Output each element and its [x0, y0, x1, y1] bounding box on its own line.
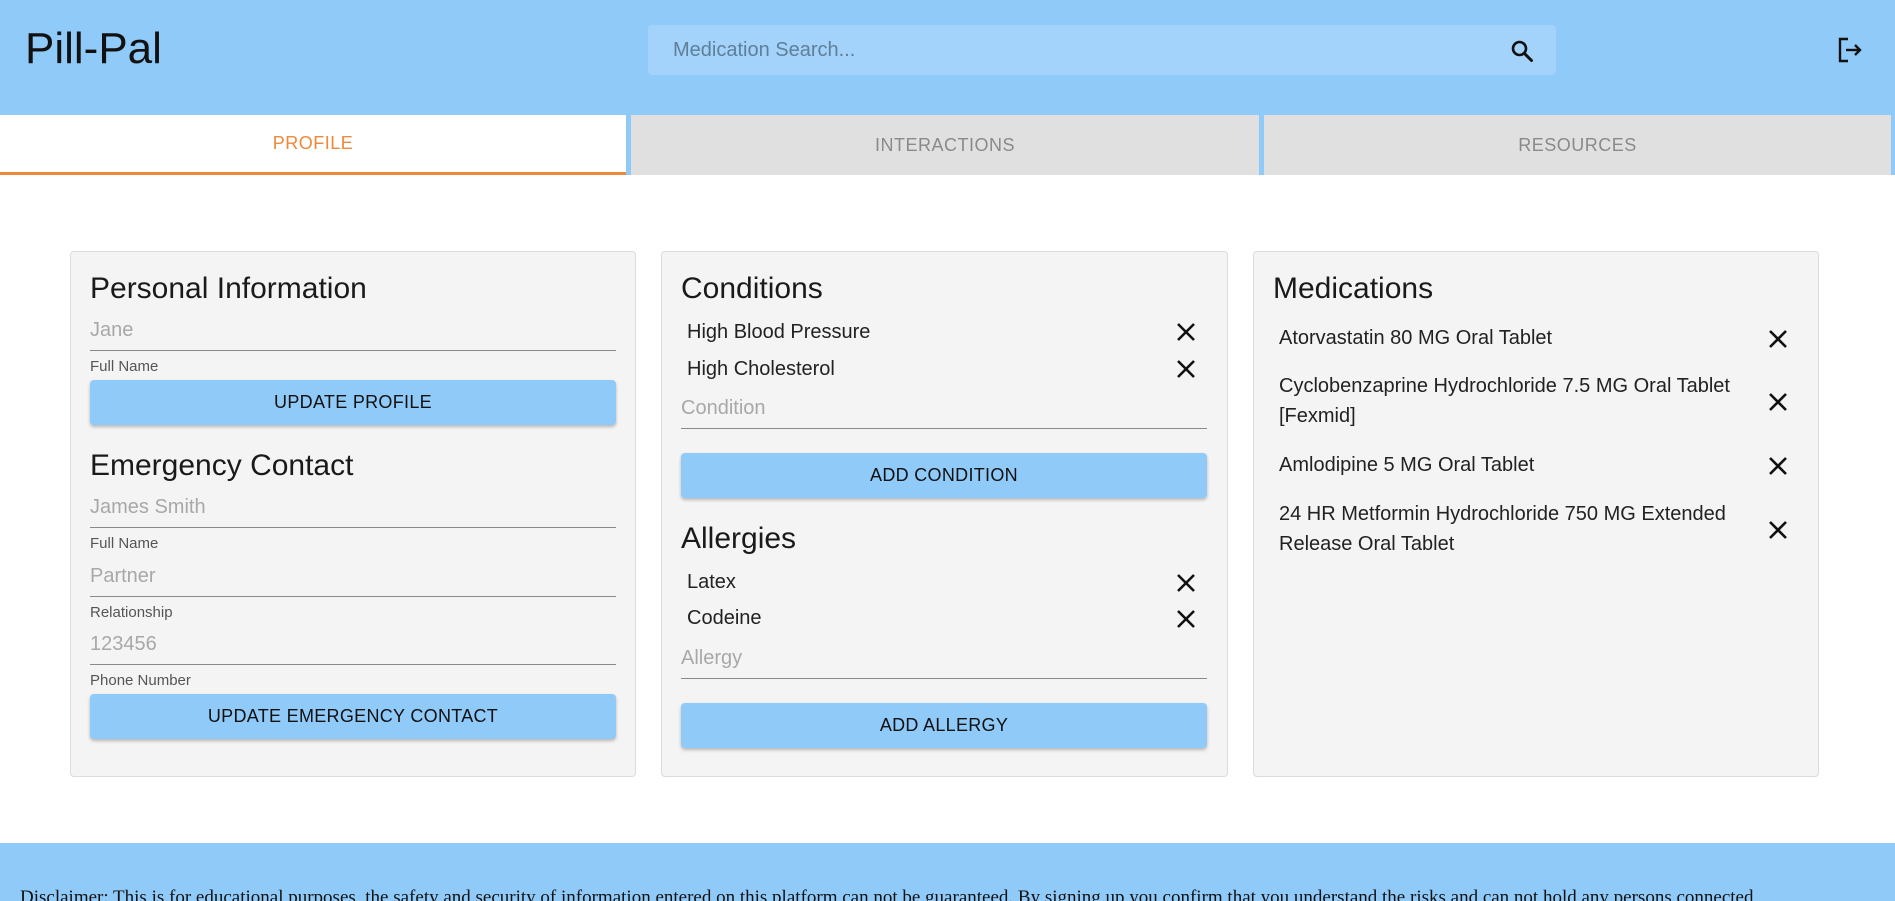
relationship-input[interactable]: [90, 556, 616, 596]
relationship-field: [90, 556, 616, 597]
allergy-field: [681, 638, 1207, 679]
allergy-item: Codeine: [687, 603, 1207, 633]
personal-info-title: Personal Information: [90, 272, 367, 305]
full-name-field: [90, 310, 616, 351]
condition-item: High Blood Pressure: [687, 317, 1207, 347]
disclaimer-text: Disclaimer: This is for educational purp…: [20, 887, 1754, 901]
condition-item: High Cholesterol: [687, 354, 1207, 384]
tab-resources-label: RESOURCES: [1518, 134, 1637, 155]
emergency-name-helper: Full Name: [90, 535, 159, 552]
condition-field: [681, 388, 1207, 429]
remove-allergy-icon[interactable]: [1175, 572, 1197, 594]
remove-allergy-icon[interactable]: [1175, 608, 1197, 630]
remove-condition-icon[interactable]: [1175, 358, 1197, 380]
condition-input[interactable]: [681, 388, 1207, 428]
full-name-input[interactable]: [90, 310, 616, 350]
medication-item: Atorvastatin 80 MG Oral Tablet: [1279, 323, 1749, 353]
add-allergy-button[interactable]: ADD ALLERGY: [681, 703, 1207, 748]
search-input[interactable]: [648, 25, 1498, 75]
emergency-name-field: [90, 487, 616, 528]
remove-condition-icon[interactable]: [1175, 321, 1197, 343]
allergy-label: Codeine: [687, 607, 762, 629]
medication-item: 24 HR Metformin Hydrochloride 750 MG Ext…: [1279, 499, 1749, 559]
tab-bar: PROFILE INTERACTIONS RESOURCES: [0, 115, 1895, 175]
app-title: Pill-Pal: [25, 24, 162, 73]
profile-card: Personal Information Full Name UPDATE PR…: [70, 251, 636, 777]
conditions-title: Conditions: [681, 272, 823, 305]
phone-helper: Phone Number: [90, 672, 191, 689]
medication-item: Amlodipine 5 MG Oral Tablet: [1279, 450, 1749, 480]
remove-medication-icon[interactable]: [1767, 519, 1789, 541]
medication-label: Amlodipine 5 MG Oral Tablet: [1279, 454, 1535, 476]
condition-label: High Cholesterol: [687, 358, 835, 380]
phone-field: [90, 624, 616, 665]
tab-resources[interactable]: RESOURCES: [1264, 115, 1891, 175]
medication-label: 24 HR Metformin Hydrochloride 750 MG Ext…: [1279, 503, 1726, 555]
remove-medication-icon[interactable]: [1767, 328, 1789, 350]
add-condition-button[interactable]: ADD CONDITION: [681, 453, 1207, 498]
remove-medication-icon[interactable]: [1767, 455, 1789, 477]
allergies-title: Allergies: [681, 522, 797, 555]
medication-label: Cyclobenzaprine Hydrochloride 7.5 MG Ora…: [1279, 375, 1730, 427]
emergency-name-input[interactable]: [90, 487, 616, 527]
footer: Disclaimer: This is for educational purp…: [0, 843, 1895, 901]
allergy-input[interactable]: [681, 638, 1207, 678]
remove-medication-icon[interactable]: [1767, 391, 1789, 413]
relationship-helper: Relationship: [90, 604, 173, 621]
update-emergency-contact-button[interactable]: UPDATE EMERGENCY CONTACT: [90, 694, 616, 739]
tab-interactions-label: INTERACTIONS: [874, 134, 1015, 155]
update-profile-button[interactable]: UPDATE PROFILE: [90, 380, 616, 425]
tab-profile[interactable]: PROFILE: [0, 115, 626, 175]
emergency-contact-title: Emergency Contact: [90, 449, 354, 482]
tab-interactions[interactable]: INTERACTIONS: [631, 115, 1259, 175]
search-box: [648, 25, 1556, 75]
condition-label: High Blood Pressure: [687, 321, 871, 343]
tab-profile-label: PROFILE: [272, 133, 354, 153]
phone-input[interactable]: [90, 624, 616, 664]
search-icon[interactable]: [1510, 39, 1534, 63]
medication-label: Atorvastatin 80 MG Oral Tablet: [1279, 327, 1553, 349]
medications-title: Medications: [1273, 272, 1434, 305]
medication-item: Cyclobenzaprine Hydrochloride 7.5 MG Ora…: [1279, 371, 1749, 431]
allergy-label: Latex: [687, 571, 736, 593]
full-name-helper: Full Name: [90, 358, 159, 375]
logout-icon[interactable]: [1836, 36, 1864, 64]
medications-card: Medications Atorvastatin 80 MG Oral Tabl…: [1253, 251, 1819, 777]
allergy-item: Latex: [687, 567, 1207, 597]
app-header: Pill-Pal: [0, 0, 1895, 115]
conditions-card: Conditions High Blood Pressure High Chol…: [661, 251, 1228, 777]
